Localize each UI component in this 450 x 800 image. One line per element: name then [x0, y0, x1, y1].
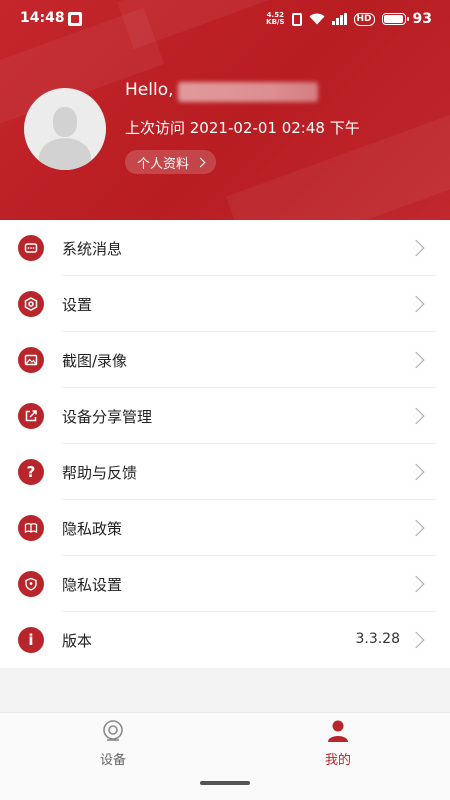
net-speed: 4.52 KB/S — [266, 12, 284, 26]
menu-item-label: 帮助与反馈 — [62, 464, 138, 482]
menu-item-privacy-settings[interactable]: 隐私设置 — [0, 556, 450, 612]
menu-item-label: 隐私政策 — [62, 520, 123, 538]
menu-item-version[interactable]: i 版本 3.3.28 — [0, 612, 450, 668]
net-speed-unit: KB/S — [266, 18, 285, 26]
signal-icon — [331, 13, 347, 25]
avatar-head — [53, 107, 77, 137]
tab-label: 设备 — [99, 753, 126, 768]
tab-devices[interactable]: 设备 — [53, 713, 173, 775]
menu-item-screenshots[interactable]: 截图/录像 — [0, 332, 450, 388]
version-number: 3.3.28 — [355, 631, 400, 647]
chevron-right-icon — [407, 519, 425, 537]
menu-item-device-sharing[interactable]: 设备分享管理 — [0, 388, 450, 444]
home-indicator[interactable] — [200, 781, 250, 785]
book-icon — [18, 515, 44, 541]
bottom-nav: 设备 我的 — [0, 712, 450, 800]
share-icon — [18, 403, 44, 429]
menu-item-privacy-policy[interactable]: 隐私政策 — [0, 500, 450, 556]
tab-label: 我的 — [324, 753, 351, 768]
message-icon — [18, 235, 44, 261]
chevron-right-icon — [407, 351, 425, 369]
menu-list: 系统消息 设置 截图/录像 设备分享管理 ? 帮助与反馈 隐私政策 隐私设置 i… — [0, 220, 450, 668]
person-icon — [328, 720, 348, 742]
hd-badge: HD — [353, 12, 375, 26]
app-notification-icon — [68, 12, 82, 26]
menu-item-label: 隐私设置 — [62, 576, 123, 594]
chevron-right-icon — [407, 295, 425, 313]
menu-item-label: 截图/录像 — [62, 352, 128, 370]
menu-item-label: 版本 — [62, 632, 93, 650]
redacted-username — [178, 82, 318, 102]
chevron-right-icon — [407, 407, 425, 425]
profile-button-label: 个人资料 — [137, 156, 190, 172]
menu-item-system-messages[interactable]: 系统消息 — [0, 220, 450, 276]
greeting: Hello, — [125, 80, 174, 100]
shield-icon — [18, 571, 44, 597]
chevron-right-icon — [407, 575, 425, 593]
status-time: 14:48 — [20, 10, 65, 26]
menu-item-help-feedback[interactable]: ? 帮助与反馈 — [0, 444, 450, 500]
menu-item-label: 设置 — [62, 296, 93, 314]
profile-header: 14:48 4.52 KB/S HD 93 Hello, 上次访问 2021-0… — [0, 0, 450, 220]
chevron-right-icon — [195, 157, 206, 167]
battery-icon — [381, 13, 409, 25]
status-bar: 14:48 4.52 KB/S HD 93 — [0, 0, 450, 38]
status-icons: 4.52 KB/S HD 93 — [266, 8, 432, 30]
info-icon: i — [18, 627, 44, 653]
menu-item-label: 系统消息 — [62, 240, 123, 258]
chevron-right-icon — [407, 631, 425, 649]
profile-button[interactable]: 个人资料 — [125, 150, 217, 174]
battery-level: 93 — [412, 11, 432, 27]
tab-mine[interactable]: 我的 — [278, 713, 398, 775]
vibrate-icon — [291, 12, 302, 26]
chevron-right-icon — [407, 239, 425, 257]
avatar[interactable] — [24, 88, 106, 170]
avatar-body — [39, 138, 91, 170]
menu-item-settings[interactable]: 设置 — [0, 276, 450, 332]
last-visit: 上次访问 2021-02-01 02:48 下午 — [125, 119, 360, 137]
image-icon — [18, 347, 44, 373]
wifi-icon — [309, 13, 324, 25]
chevron-right-icon — [407, 463, 425, 481]
camera-icon — [103, 720, 123, 741]
menu-item-label: 设备分享管理 — [62, 408, 153, 426]
help-icon: ? — [18, 459, 44, 485]
settings-icon — [18, 291, 44, 317]
